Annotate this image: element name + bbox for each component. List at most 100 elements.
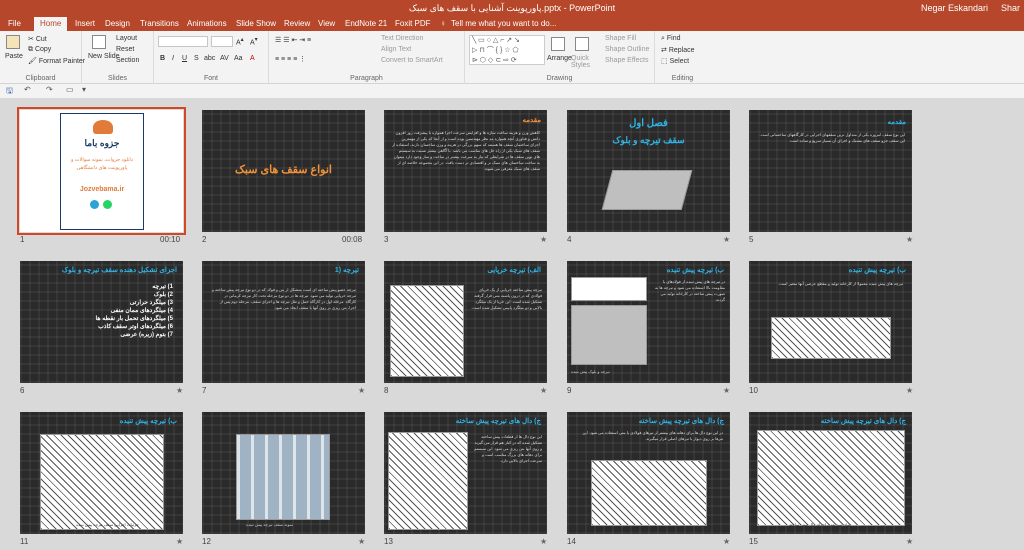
slide-title: الف) تیرچه خرپایی — [487, 267, 541, 274]
shape-fill-button[interactable]: Shape Fill — [605, 35, 636, 42]
reset-button[interactable]: Reset — [116, 46, 134, 53]
slide-thumbnail-2[interactable]: انواع سقف های سبک — [202, 110, 365, 232]
arrange-button[interactable]: Arrange — [547, 55, 572, 62]
slide-thumbnail-11[interactable]: ب) تیرچه پیش تنیده جزئیات اجرایی سقف تیر… — [20, 412, 183, 534]
strikethrough-button[interactable]: S — [194, 55, 199, 62]
animation-star-icon: ★ — [723, 386, 731, 395]
image-caption: نمونه سقف تیرچه پیش تنیده — [246, 522, 293, 527]
slide-thumbnail-4[interactable]: فصل اول سقف تیرچه و بلوک — [567, 110, 730, 232]
copy-button[interactable]: ⧉ Copy — [28, 46, 51, 54]
smartart-button[interactable]: Convert to SmartArt — [381, 57, 443, 64]
grow-font-icon[interactable]: A▴ — [236, 37, 244, 46]
format-painter-label: Format Painter — [38, 58, 86, 65]
share-button[interactable]: Shar — [1001, 3, 1020, 13]
animation-star-icon: ★ — [723, 537, 731, 546]
slides-label: Slides — [107, 75, 128, 82]
shrink-font-icon[interactable]: A▾ — [250, 37, 258, 46]
tab-endnote[interactable]: EndNote 21 — [345, 19, 387, 28]
underline-button[interactable]: U — [182, 55, 187, 62]
slide-number-14: 14 — [567, 537, 576, 546]
font-group: A▴ A▾ B I U S abc AV Aa A Font — [154, 31, 269, 84]
change-case-button[interactable]: Aa — [234, 55, 243, 62]
tab-transitions[interactable]: Transitions — [140, 19, 179, 28]
replace-button[interactable]: ⇄ Replace — [661, 46, 695, 54]
tab-file[interactable]: File — [8, 19, 21, 28]
shape-outline-button[interactable]: Shape Outline — [605, 46, 649, 53]
slide-thumbnail-8[interactable]: الف) تیرچه خرپایی تیرچه پیش ساخته خرپایی… — [384, 261, 547, 383]
bullet-item: 6) میلگردهای اوتر سقف کاذب — [98, 324, 173, 330]
quick-styles-button[interactable]: Quick Styles — [571, 55, 599, 69]
format-painter-button[interactable]: 🖌 Format Painter — [28, 57, 85, 65]
new-slide-icon[interactable] — [92, 35, 106, 49]
slides-group: New Slide Layout Reset Section Slides — [82, 31, 154, 84]
bold-button[interactable]: B — [160, 55, 165, 62]
layout-button[interactable]: Layout — [116, 35, 137, 42]
slide-number-4: 4 — [567, 235, 572, 244]
quick-styles-icon[interactable] — [575, 37, 589, 51]
slide-thumbnail-9[interactable]: ب) تیرچه پیش تنیده تیرچه و بلوک پیش تنید… — [567, 261, 730, 383]
char-spacing-button[interactable]: AV — [220, 55, 229, 62]
slide-number-8: 8 — [384, 386, 389, 395]
tab-home[interactable]: Home — [34, 17, 68, 31]
slide-thumbnail-3[interactable]: مقدمه کاهش وزن و هزینه ساخت سازه ها و اف… — [384, 110, 547, 232]
bullets-icon[interactable]: ☰ ☰ ⇤ ⇥ ≡ — [275, 36, 311, 44]
shadow-button[interactable]: abc — [204, 55, 215, 62]
italic-button[interactable]: I — [172, 55, 174, 62]
shape-effects-button[interactable]: Shape Effects — [605, 57, 648, 64]
tab-animations[interactable]: Animations — [187, 19, 227, 28]
new-slide-button[interactable]: New Slide — [88, 53, 120, 60]
font-size-box[interactable] — [211, 36, 233, 47]
slide-text: تیرچه های پیش تنیده معمولا از کارخانه تو… — [778, 281, 903, 286]
start-slideshow-icon[interactable]: ▭ — [66, 85, 74, 94]
undo-icon[interactable]: ↶ — [24, 85, 31, 94]
slide-thumbnail-7[interactable]: 1) تیرچه تیرچه عضو پیش ساخته ای است متشک… — [202, 261, 365, 383]
save-icon[interactable]: 🖫 — [6, 85, 13, 99]
animation-star-icon: ★ — [906, 386, 914, 395]
slide-title: ب) تیرچه پیش تنیده — [848, 267, 906, 274]
customize-qat-icon[interactable]: ▾ — [82, 85, 86, 94]
find-button[interactable]: ⌕ Find — [661, 35, 681, 43]
redo-icon[interactable]: ↷ — [46, 85, 53, 94]
slide-number-12: 12 — [202, 537, 211, 546]
section-button[interactable]: Section — [116, 57, 139, 64]
slide-title: مقدمه — [887, 119, 906, 126]
align-text-button[interactable]: Align Text — [381, 46, 411, 53]
slide-thumbnail-12[interactable]: نمونه سقف تیرچه پیش تنیده — [202, 412, 365, 534]
tab-slide-show[interactable]: Slide Show — [236, 19, 276, 28]
slide-text: این نوع سقف امروزه یکی از متداول ترین سق… — [759, 132, 905, 143]
slide-thumbnail-14[interactable]: ج) دال های تیرچه پیش ساخته در این نوع دا… — [567, 412, 730, 534]
bullet-item: 2) بلوک — [153, 292, 173, 298]
slide-thumbnail-1[interactable]: جزوه باما دانلود جزوات، نمونه سوالات و پ… — [17, 107, 186, 235]
slide-thumbnail-13[interactable]: ج) دال های تیرچه پیش ساخته این نوع دال ه… — [384, 412, 547, 534]
block-image — [601, 170, 693, 210]
shapes-gallery[interactable]: ╲ ▭ ○ △ ⌐ ↗ ↘ ▷ ⊓ ⌒ { } ☆ ⬠ ⊳ ⬡ ◇ ⊂ ⇨ ⟳ — [469, 35, 545, 65]
paste-button[interactable]: Paste — [5, 53, 23, 60]
font-name-box[interactable] — [158, 36, 208, 47]
tab-design[interactable]: Design — [105, 19, 130, 28]
animation-star-icon: ★ — [358, 537, 366, 546]
tab-view[interactable]: View — [318, 19, 335, 28]
slide-thumbnail-10[interactable]: ب) تیرچه پیش تنیده تیرچه های پیش تنیده م… — [749, 261, 912, 383]
select-button[interactable]: ⬚ Select — [661, 57, 689, 65]
slide-thumbnail-5[interactable]: مقدمه این نوع سقف امروزه یکی از متداول ت… — [749, 110, 912, 232]
tab-review[interactable]: Review — [284, 19, 310, 28]
arrange-icon[interactable] — [551, 37, 565, 51]
cut-button[interactable]: ✂ Cut — [28, 35, 47, 43]
text-direction-button[interactable]: Text Direction — [381, 35, 423, 42]
logo-site: Jozvebama.ir — [79, 186, 125, 193]
slide-thumbnail-15[interactable]: ج) دال های تیرچه پیش ساخته نمای سه بعدی … — [749, 412, 912, 534]
image-caption: جزئیات اجرایی سقف تیرچه پیش تنیده — [76, 522, 139, 527]
paste-icon[interactable] — [6, 35, 20, 49]
tab-foxit-pdf[interactable]: Foxit PDF — [395, 19, 431, 28]
scissors-icon: ✂ — [28, 36, 34, 43]
tell-me-search[interactable]: Tell me what you want to do... — [451, 19, 556, 28]
truss-diagram — [390, 285, 464, 377]
slide-thumbnail-6[interactable]: اجزای تشکیل دهنده سقف تیرچه و بلوک 1) تی… — [20, 261, 183, 383]
animation-star-icon: ★ — [540, 386, 548, 395]
beam-section-diagram — [591, 460, 707, 526]
slide-title: فصل اول — [629, 118, 668, 129]
font-color-button[interactable]: A — [250, 55, 255, 62]
align-icons[interactable]: ≡ ≡ ≡ ≡ ⋮ — [275, 55, 306, 63]
user-name[interactable]: Negar Eskandari — [921, 3, 988, 13]
tab-insert[interactable]: Insert — [75, 19, 95, 28]
